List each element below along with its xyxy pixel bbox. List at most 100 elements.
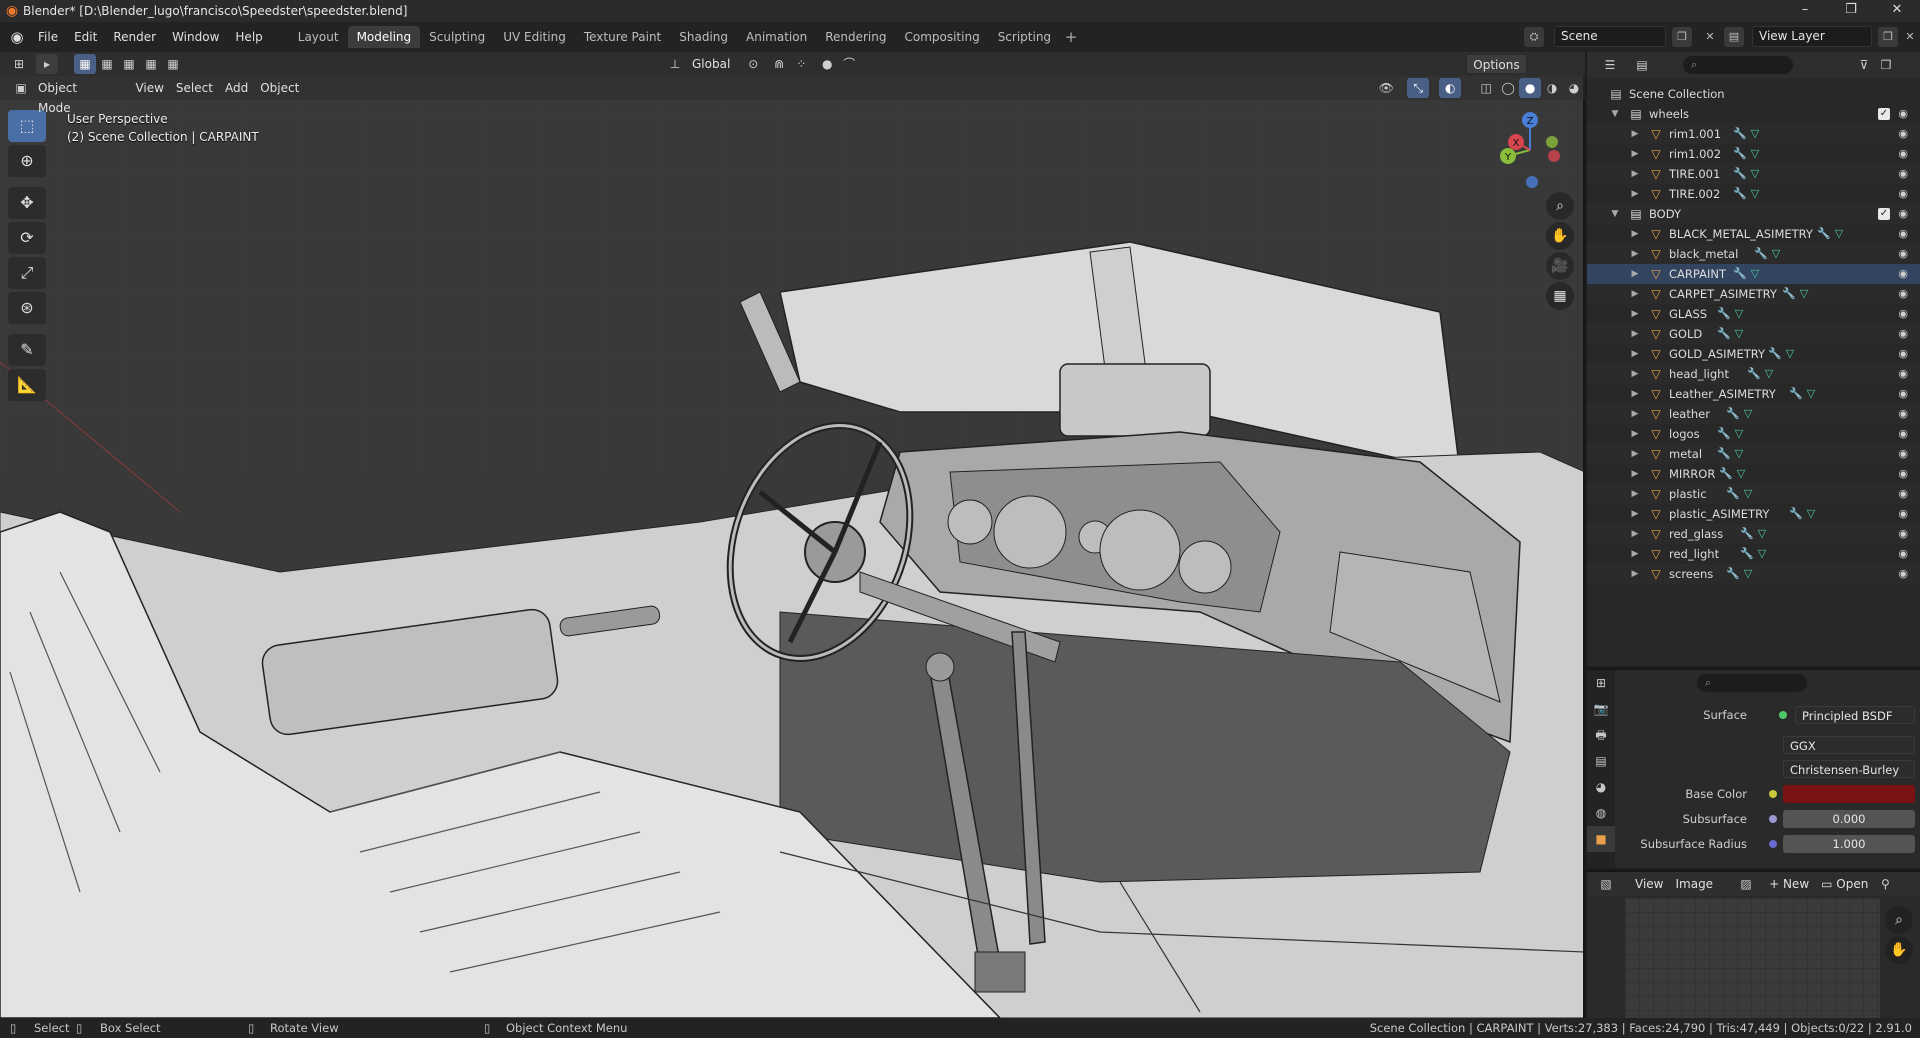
- image-pan-hand-icon[interactable]: ✋: [1885, 936, 1913, 964]
- cursor-tool-icon[interactable]: ⊕: [8, 145, 46, 177]
- menu-object[interactable]: Object: [254, 78, 305, 98]
- outliner-item[interactable]: ▶ ▽ BLACK_METAL_ASIMETRY 🔧▽ ◉: [1587, 224, 1920, 244]
- outliner-search-input[interactable]: ⌕: [1683, 56, 1793, 74]
- pin-icon[interactable]: ⚲: [1874, 874, 1896, 894]
- outliner-item[interactable]: ▶ ▽ GLASS 🔧▽ ◉: [1587, 304, 1920, 324]
- menu-help[interactable]: Help: [227, 22, 270, 52]
- open-image-button[interactable]: ▭ Open: [1815, 874, 1874, 894]
- mesh-data-icon[interactable]: ▽: [1744, 487, 1756, 500]
- outliner-item[interactable]: ▶ ▽ MIRROR 🔧▽ ◉: [1587, 464, 1920, 484]
- pivot-point-icon[interactable]: ⊙: [742, 54, 764, 74]
- outliner-item[interactable]: ▶ ▽ leather 🔧▽ ◉: [1587, 404, 1920, 424]
- rotate-tool-icon[interactable]: ⟳: [8, 222, 46, 254]
- expand-arrow-icon[interactable]: ▶: [1629, 444, 1641, 464]
- properties-search-input[interactable]: ⌕: [1697, 674, 1807, 692]
- modifier-wrench-icon[interactable]: 🔧: [1754, 247, 1772, 260]
- modifier-wrench-icon[interactable]: 🔧: [1717, 447, 1735, 460]
- image-zoom-icon[interactable]: ⌕: [1885, 906, 1913, 934]
- add-workspace-button[interactable]: +: [1060, 28, 1082, 46]
- eye-icon[interactable]: ◉: [1898, 304, 1908, 324]
- editor-type-icon[interactable]: ⊞: [8, 54, 30, 74]
- scene-tab-icon[interactable]: ◕: [1587, 774, 1615, 800]
- mesh-data-icon[interactable]: ▽: [1751, 187, 1763, 200]
- mesh-data-icon[interactable]: ▽: [1735, 307, 1747, 320]
- outliner-collection-wheels[interactable]: ▼ ▤ wheels ✓ ◉: [1587, 104, 1920, 124]
- tab-shading[interactable]: Shading: [670, 26, 737, 48]
- outliner-collection-body[interactable]: ▼ ▤ BODY ✓ ◉: [1587, 204, 1920, 224]
- 3d-viewport[interactable]: [0, 52, 1585, 1018]
- navigation-gizmo[interactable]: Z Y X: [1490, 108, 1570, 198]
- outliner-item[interactable]: ▶ ▽ black_metal 🔧▽ ◉: [1587, 244, 1920, 264]
- modifier-wrench-icon[interactable]: 🔧: [1740, 527, 1758, 540]
- eye-icon[interactable]: ◉: [1898, 144, 1908, 164]
- modifier-wrench-icon[interactable]: 🔧: [1733, 267, 1751, 280]
- mesh-data-icon[interactable]: ▽: [1735, 327, 1747, 340]
- modifier-wrench-icon[interactable]: 🔧: [1768, 347, 1786, 360]
- outliner-item[interactable]: ▶ ▽ TIRE.001 🔧▽ ◉: [1587, 164, 1920, 184]
- outliner-item[interactable]: ▶ ▽ red_light 🔧▽ ◉: [1587, 544, 1920, 564]
- eye-icon[interactable]: ◉: [1898, 464, 1908, 484]
- eye-icon[interactable]: ◉: [1898, 324, 1908, 344]
- xray-icon[interactable]: ◫: [1475, 78, 1497, 98]
- expand-arrow-icon[interactable]: ▶: [1629, 164, 1641, 184]
- falloff-icon[interactable]: ⌒: [838, 54, 860, 74]
- subsurface-field[interactable]: 0.000: [1783, 810, 1915, 828]
- eye-icon[interactable]: ◉: [1898, 344, 1908, 364]
- expand-arrow-icon[interactable]: ▶: [1629, 324, 1641, 344]
- mesh-data-icon[interactable]: ▽: [1735, 447, 1747, 460]
- tab-texture-paint[interactable]: Texture Paint: [575, 26, 670, 48]
- scale-tool-icon[interactable]: ⤢: [8, 257, 46, 289]
- camera-view-icon[interactable]: 🎥: [1546, 252, 1574, 280]
- expand-arrow-icon[interactable]: ▶: [1629, 284, 1641, 304]
- modifier-wrench-icon[interactable]: 🔧: [1789, 387, 1807, 400]
- outliner-item[interactable]: ▶ ▽ rim1.001 🔧▽ ◉: [1587, 124, 1920, 144]
- image-menu-image[interactable]: Image: [1669, 874, 1719, 894]
- expand-arrow-icon[interactable]: ▶: [1629, 344, 1641, 364]
- modifier-wrench-icon[interactable]: 🔧: [1717, 427, 1735, 440]
- mesh-data-icon[interactable]: ▽: [1744, 567, 1756, 580]
- tab-uv-editing[interactable]: UV Editing: [494, 26, 575, 48]
- expand-arrow-icon[interactable]: ▶: [1629, 404, 1641, 424]
- modifier-wrench-icon[interactable]: 🔧: [1733, 187, 1751, 200]
- expand-arrow-icon[interactable]: ▶: [1629, 544, 1641, 564]
- zoom-icon[interactable]: ⌕: [1546, 192, 1574, 220]
- outliner-scene-collection[interactable]: ▤ Scene Collection: [1587, 84, 1920, 104]
- overlay-toggle-icon[interactable]: ◐: [1439, 78, 1462, 98]
- outliner-item[interactable]: ▶ ▽ TIRE.002 🔧▽ ◉: [1587, 184, 1920, 204]
- modifier-wrench-icon[interactable]: 🔧: [1740, 547, 1758, 560]
- image-editor-type-icon[interactable]: ▧: [1595, 874, 1617, 894]
- modifier-wrench-icon[interactable]: 🔧: [1789, 507, 1807, 520]
- output-tab-icon[interactable]: 🖶: [1587, 722, 1615, 748]
- measure-tool-icon[interactable]: 📐: [8, 369, 46, 401]
- mesh-data-icon[interactable]: ▽: [1735, 427, 1747, 440]
- eye-icon[interactable]: ◉: [1898, 544, 1908, 564]
- image-menu-view[interactable]: View: [1629, 874, 1669, 894]
- maximize-button[interactable]: ❐: [1828, 0, 1874, 22]
- mesh-data-icon[interactable]: ▽: [1751, 127, 1763, 140]
- mesh-data-icon[interactable]: ▽: [1800, 287, 1812, 300]
- proportional-edit-icon[interactable]: ●: [816, 54, 838, 74]
- base-color-swatch[interactable]: [1783, 785, 1915, 803]
- expand-arrow-icon[interactable]: ▶: [1629, 244, 1641, 264]
- outliner-item[interactable]: ▶ ▽ screens 🔧▽ ◉: [1587, 564, 1920, 584]
- eye-icon[interactable]: ◉: [1898, 264, 1908, 284]
- delete-view-layer-icon[interactable]: ✕: [1900, 27, 1920, 47]
- expand-arrow-icon[interactable]: ▶: [1629, 504, 1641, 524]
- move-tool-icon[interactable]: ✥: [8, 187, 46, 219]
- expand-arrow-icon[interactable]: ▶: [1629, 184, 1641, 204]
- eye-icon[interactable]: ◉: [1898, 504, 1908, 524]
- modifier-wrench-icon[interactable]: 🔧: [1726, 407, 1744, 420]
- expand-arrow-icon[interactable]: ▶: [1629, 384, 1641, 404]
- menu-window[interactable]: Window: [164, 22, 227, 52]
- annotate-tool-icon[interactable]: ✎: [8, 334, 46, 366]
- wireframe-shading-icon[interactable]: ◯: [1497, 78, 1519, 98]
- expand-arrow-icon[interactable]: ▶: [1629, 264, 1641, 284]
- eye-icon[interactable]: ◉: [1898, 124, 1908, 144]
- select-extend-icon[interactable]: ▦: [96, 54, 118, 74]
- outliner-item[interactable]: ▶ ▽ logos 🔧▽ ◉: [1587, 424, 1920, 444]
- modifier-wrench-icon[interactable]: 🔧: [1726, 487, 1744, 500]
- mesh-data-icon[interactable]: ▽: [1751, 147, 1763, 160]
- mesh-data-icon[interactable]: ▽: [1737, 467, 1749, 480]
- modifier-wrench-icon[interactable]: 🔧: [1733, 147, 1751, 160]
- mesh-data-icon[interactable]: ▽: [1758, 547, 1770, 560]
